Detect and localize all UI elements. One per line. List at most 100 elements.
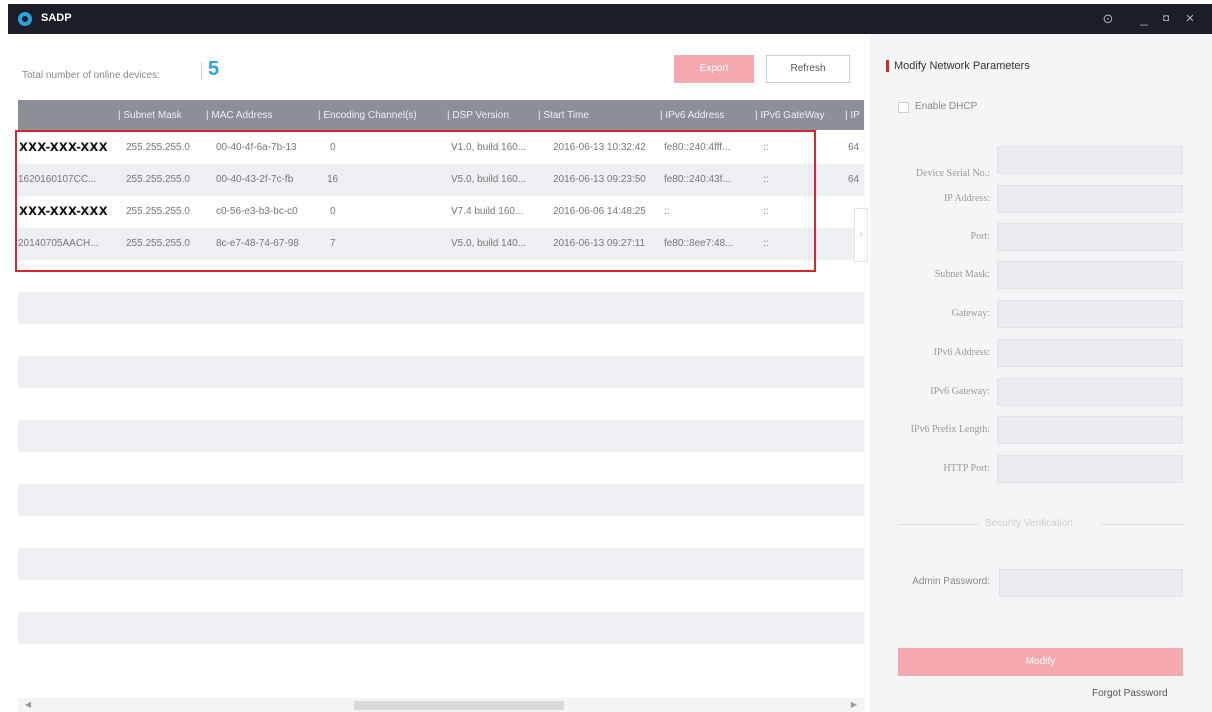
ipv6-prefix-length-label: IPv6 Prefix Length: — [910, 424, 990, 435]
mac-address-cell: 00-40-4f-6a-7b-13 — [216, 142, 297, 153]
column-header-mac-address[interactable]: | MAC Address — [206, 110, 273, 121]
port-field[interactable] — [997, 223, 1183, 251]
mac-address-cell: 8c-e7-48-74-67-98 — [216, 238, 299, 249]
empty-row — [18, 356, 864, 388]
ipv6-prefix-length-field[interactable] — [997, 416, 1183, 444]
ip-address-field[interactable] — [997, 185, 1183, 213]
ip-cell: 64 — [848, 174, 860, 185]
title-accent-bar — [886, 60, 889, 72]
ipv6-address-cell: fe80::240:43f... — [664, 174, 731, 185]
refresh-button[interactable]: Refresh — [766, 55, 850, 83]
start-time-cell: 2016-06-13 09:27:11 — [553, 238, 646, 249]
mac-address-cell: 00-40-43-2f-7c-fb — [216, 174, 294, 185]
table-header: | Subnet Mask | MAC Address | Encoding C… — [18, 100, 864, 130]
column-header-subnet-mask[interactable]: | Subnet Mask — [118, 110, 182, 121]
horizontal-scrollbar[interactable]: ◀ ▶ — [18, 698, 864, 712]
column-header-encoding-channels[interactable]: | Encoding Channel(s) — [318, 110, 417, 121]
subnet-mask-cell: 255.255.255.0 — [126, 206, 190, 217]
enable-dhcp-checkbox[interactable] — [898, 102, 909, 113]
divider — [201, 62, 202, 80]
ipv6-address-label: IPv6 Address: — [933, 347, 990, 358]
restore-icon[interactable]: ◘ — [1156, 9, 1176, 29]
ipv6-gateway-cell: :: — [763, 206, 769, 217]
table-row[interactable]: 20140705AACH... 255.255.255.0 8c-e7-48-7… — [18, 228, 864, 260]
empty-row — [18, 420, 864, 452]
subnet-mask-cell: 255.255.255.0 — [126, 238, 190, 249]
device-type-cell: XXX-XXX-XXX — [19, 140, 108, 154]
subnet-mask-label: Subnet Mask: — [934, 269, 990, 280]
encoding-channels-cell: 0 — [330, 206, 336, 217]
minimize-icon[interactable]: _ — [1134, 9, 1154, 29]
start-time-cell: 2016-06-13 09:23:50 — [553, 174, 646, 185]
scrollbar-thumb[interactable] — [354, 701, 564, 710]
title-bar: SADP ⊙ _ ◘ × — [8, 4, 1212, 34]
security-verification-label: Security Verification — [985, 518, 1073, 529]
scroll-left-arrow-icon[interactable]: ◀ — [22, 698, 34, 712]
admin-password-field[interactable] — [999, 569, 1183, 597]
device-type-cell: XXX-XXX-XXX — [19, 204, 108, 218]
ipv6-gateway-cell: :: — [763, 174, 769, 185]
subnet-mask-field[interactable] — [997, 261, 1183, 289]
ipv6-address-field[interactable] — [997, 339, 1183, 367]
export-button[interactable]: Export — [674, 55, 754, 83]
total-devices-label: Total number of online devices: — [22, 70, 160, 81]
device-serial-label: Device Serial No.: — [915, 168, 990, 179]
table-row[interactable]: 1620160107CC... 255.255.255.0 00-40-43-2… — [18, 164, 864, 196]
modify-network-panel — [870, 34, 1212, 712]
ipv6-gateway-cell: :: — [763, 238, 769, 249]
ipv6-address-cell: fe80::240:4fff... — [664, 142, 731, 153]
gateway-label: Gateway: — [951, 308, 990, 319]
panel-title: Modify Network Parameters — [894, 60, 1030, 72]
divider — [1100, 524, 1184, 525]
subnet-mask-cell: 255.255.255.0 — [126, 142, 190, 153]
mac-address-cell: c0-56-e3-b3-bc-c0 — [216, 206, 298, 217]
dsp-version-cell: V5.0, build 140... — [451, 238, 527, 249]
ip-address-label: IP Address: — [943, 193, 990, 204]
start-time-cell: 2016-06-13 10:32:42 — [553, 142, 646, 153]
admin-password-label: Admin Password: — [912, 576, 990, 587]
device-type-cell: 20140705AACH... — [18, 238, 99, 249]
port-label: Port: — [970, 231, 990, 242]
encoding-channels-cell: 0 — [330, 142, 336, 153]
ipv6-address-cell: :: — [664, 206, 670, 217]
column-header-ipv6-address[interactable]: | IPv6 Address — [660, 110, 724, 121]
dsp-version-cell: V5.0, build 160... — [451, 174, 527, 185]
device-type-cell: 1620160107CC... — [18, 174, 97, 185]
column-header-start-time[interactable]: | Start Time — [538, 110, 589, 121]
empty-row — [18, 548, 864, 580]
dsp-version-cell: V7.4 build 160... — [451, 206, 524, 217]
divider — [898, 524, 980, 525]
column-header-ip[interactable]: | IP — [845, 110, 860, 121]
ipv6-gateway-field[interactable] — [997, 378, 1183, 406]
forgot-password-link[interactable]: Forgot Password — [1092, 688, 1168, 699]
enable-dhcp-label: Enable DHCP — [915, 101, 978, 112]
http-port-field[interactable] — [997, 455, 1183, 483]
modify-button[interactable]: Modify — [898, 648, 1183, 676]
ipv6-gateway-cell: :: — [763, 142, 769, 153]
ip-cell: 64 — [848, 142, 860, 153]
empty-row — [18, 612, 864, 644]
sadp-logo-icon — [18, 12, 32, 26]
device-serial-field[interactable] — [997, 146, 1183, 174]
encoding-channels-cell: 7 — [330, 238, 336, 249]
encoding-channels-cell: 16 — [327, 174, 339, 185]
subnet-mask-cell: 255.255.255.0 — [126, 174, 190, 185]
empty-row — [18, 292, 864, 324]
dsp-version-cell: V1.0, build 160... — [451, 142, 527, 153]
column-header-ipv6-gateway[interactable]: | IPv6 GateWay — [755, 110, 824, 121]
ipv6-gateway-label: IPv6 Gateway: — [930, 386, 990, 397]
scroll-right-arrow-icon[interactable]: ▶ — [848, 698, 860, 712]
app-title: SADP — [41, 12, 72, 24]
gateway-field[interactable] — [997, 300, 1183, 328]
empty-row — [18, 484, 864, 516]
table-row[interactable]: XXX-XXX-XXX 255.255.255.0 00-40-4f-6a-7b… — [18, 132, 864, 164]
column-header-dsp-version[interactable]: | DSP Version — [447, 110, 509, 121]
total-devices-count: 5 — [208, 58, 220, 80]
start-time-cell: 2016-06-06 14:48:25 — [553, 206, 646, 217]
collapse-panel-toggle[interactable]: › — [854, 208, 868, 262]
table-row[interactable]: XXX-XXX-XXX 255.255.255.0 c0-56-e3-b3-bc… — [18, 196, 864, 228]
help-icon[interactable]: ⊙ — [1098, 9, 1118, 29]
ipv6-address-cell: fe80::8ee7:48... — [664, 238, 734, 249]
close-icon[interactable]: × — [1180, 9, 1200, 29]
http-port-label: HTTP Port: — [943, 463, 990, 474]
